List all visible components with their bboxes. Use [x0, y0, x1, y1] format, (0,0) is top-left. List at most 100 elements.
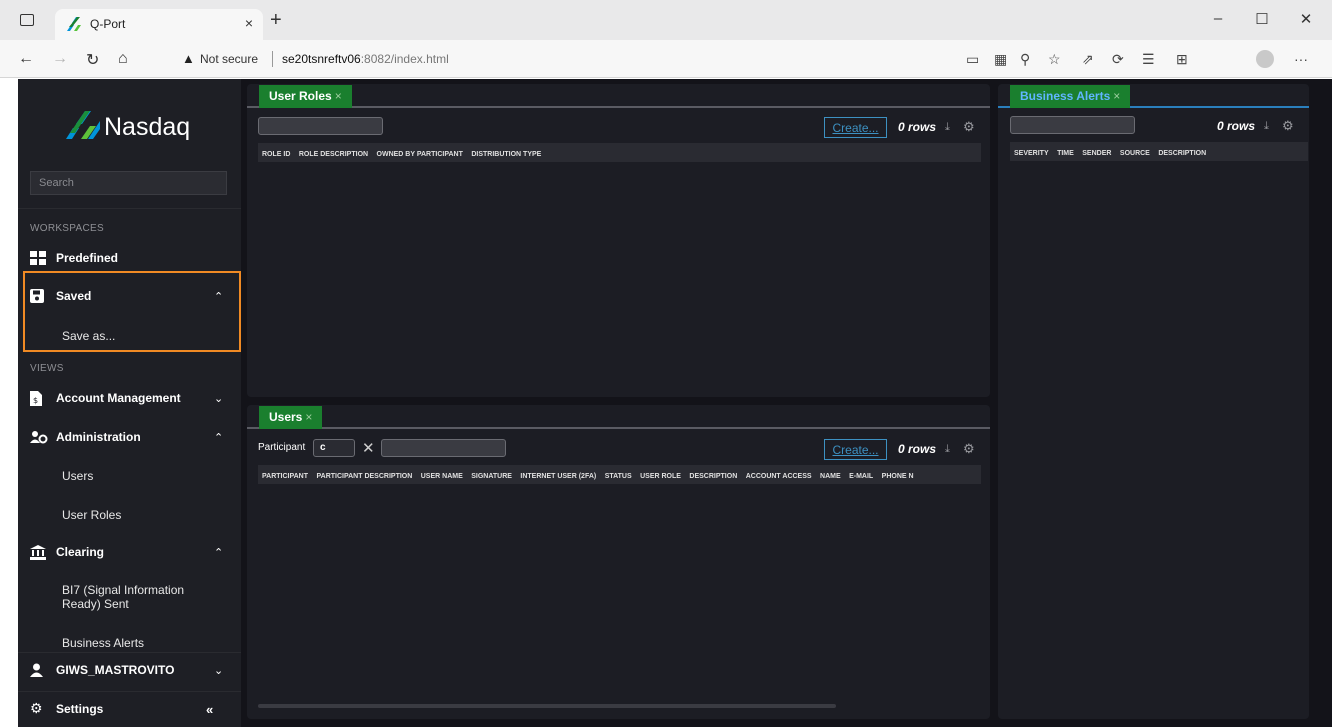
- clear-filter-icon[interactable]: ✕: [362, 439, 375, 457]
- column-header[interactable]: DESCRIPTION: [689, 467, 737, 480]
- download-icon[interactable]: ⤓: [945, 443, 950, 456]
- nav-bi7-label: BI7 (Signal Information Ready) Sent: [62, 583, 185, 611]
- nav-administration[interactable]: Administration ⌃: [18, 420, 241, 454]
- collapse-sidebar-icon[interactable]: «: [206, 702, 213, 717]
- column-header[interactable]: SEVERITY: [1014, 144, 1049, 157]
- column-header[interactable]: PARTICIPANT: [262, 467, 308, 480]
- filter-input[interactable]: [1010, 116, 1135, 134]
- nav-administration-label: Administration: [56, 430, 141, 444]
- nav-settings[interactable]: ⚙ Settings «: [18, 692, 241, 726]
- search-input[interactable]: [30, 171, 227, 195]
- close-tab-icon[interactable]: ×: [305, 410, 312, 424]
- divider: [18, 208, 241, 209]
- close-tab-icon[interactable]: ×: [335, 89, 342, 103]
- views-label: VIEWS: [30, 363, 64, 374]
- filter-input[interactable]: [381, 439, 506, 457]
- app-available-icon[interactable]: ▭: [966, 51, 979, 68]
- collections-icon[interactable]: ⊞: [1176, 51, 1188, 68]
- favorite-add-icon[interactable]: ☆: [1048, 51, 1061, 68]
- nav-clearing[interactable]: Clearing ⌃: [18, 535, 241, 569]
- column-header[interactable]: DISTRIBUTION TYPE: [471, 145, 541, 158]
- column-header[interactable]: OWNED BY PARTICIPANT: [377, 145, 463, 158]
- minimize-button[interactable]: –: [1203, 10, 1233, 27]
- nasdaq-logo-icon: [66, 111, 100, 139]
- workspaces-label: WORKSPACES: [30, 223, 104, 234]
- warning-icon[interactable]: ▲: [182, 51, 195, 66]
- chevron-down-icon[interactable]: ⌄: [214, 664, 223, 677]
- more-options-icon[interactable]: ···: [1294, 51, 1308, 67]
- favorites-icon[interactable]: ☰: [1142, 51, 1155, 68]
- horizontal-scrollbar[interactable]: [258, 704, 836, 708]
- chevron-up-icon[interactable]: ⌃: [214, 546, 223, 559]
- close-window-button[interactable]: ✕: [1291, 10, 1321, 28]
- column-header[interactable]: E-MAIL: [849, 467, 873, 480]
- panel-tabbar: Users ×: [247, 405, 990, 429]
- close-tab-icon[interactable]: ×: [1113, 89, 1120, 103]
- gear-icon[interactable]: ⚙: [963, 441, 975, 457]
- table-header: ROLE ID ROLE DESCRIPTION OWNED BY PARTIC…: [258, 143, 981, 162]
- chevron-up-icon[interactable]: ⌃: [214, 431, 223, 444]
- download-icon[interactable]: ⤓: [945, 121, 950, 134]
- reload-icon[interactable]: ↻: [86, 50, 99, 70]
- url-separator: [272, 51, 273, 67]
- column-header[interactable]: SOURCE: [1120, 144, 1150, 157]
- column-header[interactable]: TIME: [1057, 144, 1074, 157]
- download-icon[interactable]: ⤓: [1264, 120, 1269, 133]
- nav-user-label: GIWS_MASTROVITO: [56, 663, 175, 677]
- nav-business-alerts-label: Business Alerts: [62, 636, 145, 650]
- url-field[interactable]: ▲ Not secure se20tsnreftv06:8082/index.h…: [170, 46, 940, 72]
- filter-input[interactable]: [258, 117, 383, 135]
- tab-close-icon[interactable]: ×: [245, 15, 253, 31]
- new-tab-button[interactable]: +: [270, 9, 282, 32]
- column-header[interactable]: PARTICIPANT DESCRIPTION: [316, 467, 412, 480]
- extensions-icon[interactable]: ⟳: [1112, 51, 1124, 68]
- column-header[interactable]: ACCOUNT ACCESS: [746, 467, 812, 480]
- gear-icon: ⚙: [30, 700, 43, 716]
- gear-icon[interactable]: ⚙: [963, 119, 975, 135]
- home-icon[interactable]: ⌂: [118, 50, 128, 68]
- users-panel: Users × Participant c ✕ Create... 0 rows …: [247, 405, 990, 719]
- column-header[interactable]: DESCRIPTION: [1158, 144, 1206, 157]
- table-header: SEVERITY TIME SENDER SOURCE DESCRIPTION: [1010, 142, 1308, 161]
- column-header[interactable]: INTERNET USER (2FA): [520, 467, 596, 480]
- column-header[interactable]: SIGNATURE: [471, 467, 512, 480]
- nav-users-label: Users: [62, 469, 94, 483]
- nav-predefined[interactable]: Predefined: [18, 241, 241, 275]
- create-button[interactable]: Create...: [824, 117, 887, 138]
- row-count: 0 rows: [898, 120, 937, 134]
- forward-icon[interactable]: →: [52, 50, 68, 68]
- tab-actions-icon[interactable]: [20, 14, 34, 26]
- column-header[interactable]: PHONE N: [882, 467, 914, 480]
- nav-clearing-label: Clearing: [56, 545, 105, 559]
- participant-input[interactable]: c: [313, 439, 355, 457]
- tab-title: Q-Port: [90, 17, 126, 31]
- qr-code-icon[interactable]: ▦: [994, 51, 1007, 68]
- tab-user-roles[interactable]: User Roles ×: [259, 85, 352, 108]
- key-icon[interactable]: ⚲: [1020, 51, 1030, 68]
- document-dollar-icon: $: [30, 391, 42, 406]
- nav-user-account[interactable]: GIWS_MASTROVITO ⌄: [18, 653, 241, 687]
- column-header[interactable]: NAME: [820, 467, 841, 480]
- maximize-button[interactable]: ☐: [1247, 10, 1277, 28]
- column-header[interactable]: USER NAME: [421, 467, 463, 480]
- column-header[interactable]: STATUS: [605, 467, 632, 480]
- column-header[interactable]: SENDER: [1082, 144, 1111, 157]
- tab-business-alerts[interactable]: Business Alerts ×: [1010, 85, 1131, 108]
- svg-text:$: $: [33, 396, 38, 405]
- url-text[interactable]: se20tsnreftv06:8082/index.html: [282, 52, 449, 66]
- share-icon[interactable]: ⇗: [1082, 51, 1094, 68]
- create-button[interactable]: Create...: [824, 439, 887, 460]
- nav-account-management[interactable]: $ Account Management ⌄: [18, 381, 241, 415]
- back-icon[interactable]: ←: [18, 50, 34, 68]
- profile-avatar[interactable]: [1256, 50, 1274, 68]
- sidebar: Nasdaq WORKSPACES Predefined Saved ⌃ Sav…: [18, 79, 241, 727]
- not-secure-label[interactable]: Not secure: [200, 52, 258, 66]
- chevron-down-icon[interactable]: ⌄: [214, 392, 223, 405]
- browser-tab[interactable]: Q-Port ×: [55, 9, 263, 40]
- column-header[interactable]: USER ROLE: [640, 467, 681, 480]
- panel-tabbar: Business Alerts ×: [998, 84, 1309, 108]
- gear-icon[interactable]: ⚙: [1282, 118, 1294, 134]
- tab-users[interactable]: Users ×: [259, 406, 323, 429]
- column-header[interactable]: ROLE DESCRIPTION: [299, 145, 368, 158]
- column-header[interactable]: ROLE ID: [262, 145, 290, 158]
